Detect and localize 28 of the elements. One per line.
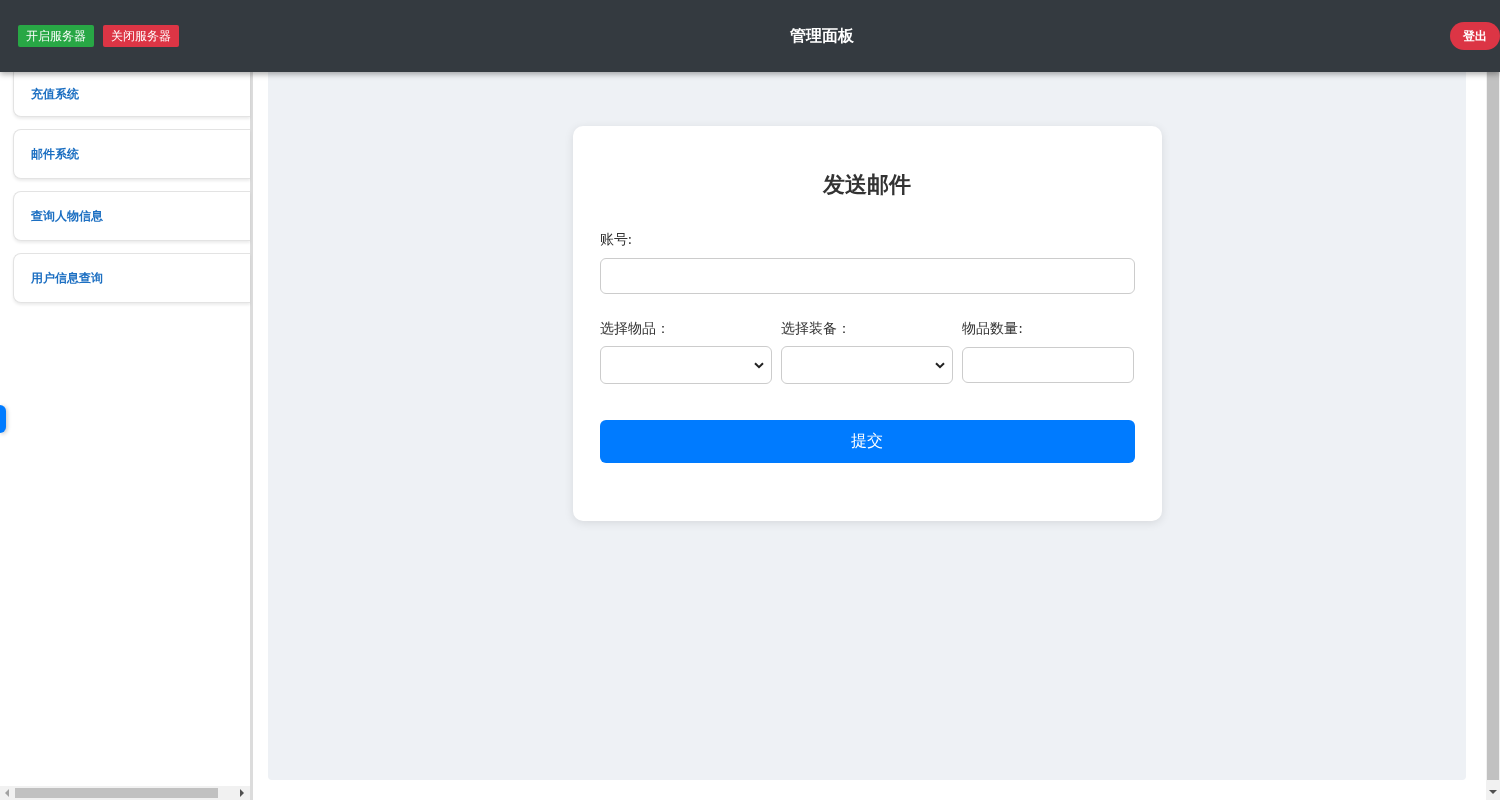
- field-label: 账号:: [599, 230, 633, 249]
- form-title: 发送邮件: [823, 171, 911, 199]
- submit-button[interactable]: 提交: [599, 420, 1135, 463]
- text-input-field[interactable]: [599, 258, 1135, 294]
- sidebar-item[interactable]: 邮件系统: [13, 129, 250, 179]
- horizontal-scrollbar[interactable]: [0, 786, 250, 800]
- scroll-right-icon[interactable]: [238, 789, 246, 797]
- panel-title: 管理面板: [789, 25, 854, 47]
- server-button[interactable]: 开启服务器: [18, 25, 94, 47]
- scroll-down-icon[interactable]: [1489, 788, 1497, 796]
- sidebar-item[interactable]: 查询人物信息: [13, 191, 250, 241]
- text-input-field[interactable]: [962, 347, 1135, 383]
- field-label: 选择装备：: [780, 319, 851, 338]
- vertical-scrollbar[interactable]: [1486, 72, 1500, 800]
- scrollbar-thumb[interactable]: [15, 788, 218, 798]
- server-button[interactable]: 关闭服务器: [103, 25, 179, 47]
- chevron-down-icon: [935, 361, 946, 369]
- logout-button[interactable]: 登出: [1450, 22, 1500, 50]
- dropdown-field[interactable]: [780, 346, 954, 384]
- scrollbar-thumb[interactable]: [1487, 72, 1499, 780]
- scroll-left-icon[interactable]: [3, 789, 11, 797]
- field-label: 选择物品：: [599, 319, 670, 338]
- dropdown-field[interactable]: [599, 346, 772, 384]
- sidebar-item[interactable]: 充值系统: [13, 72, 250, 117]
- field-label: 物品数量:: [962, 319, 1023, 338]
- sidebar-item[interactable]: 用户信息查询: [13, 253, 250, 303]
- sidebar-toggle-button[interactable]: [0, 405, 6, 433]
- chevron-down-icon: [753, 361, 764, 369]
